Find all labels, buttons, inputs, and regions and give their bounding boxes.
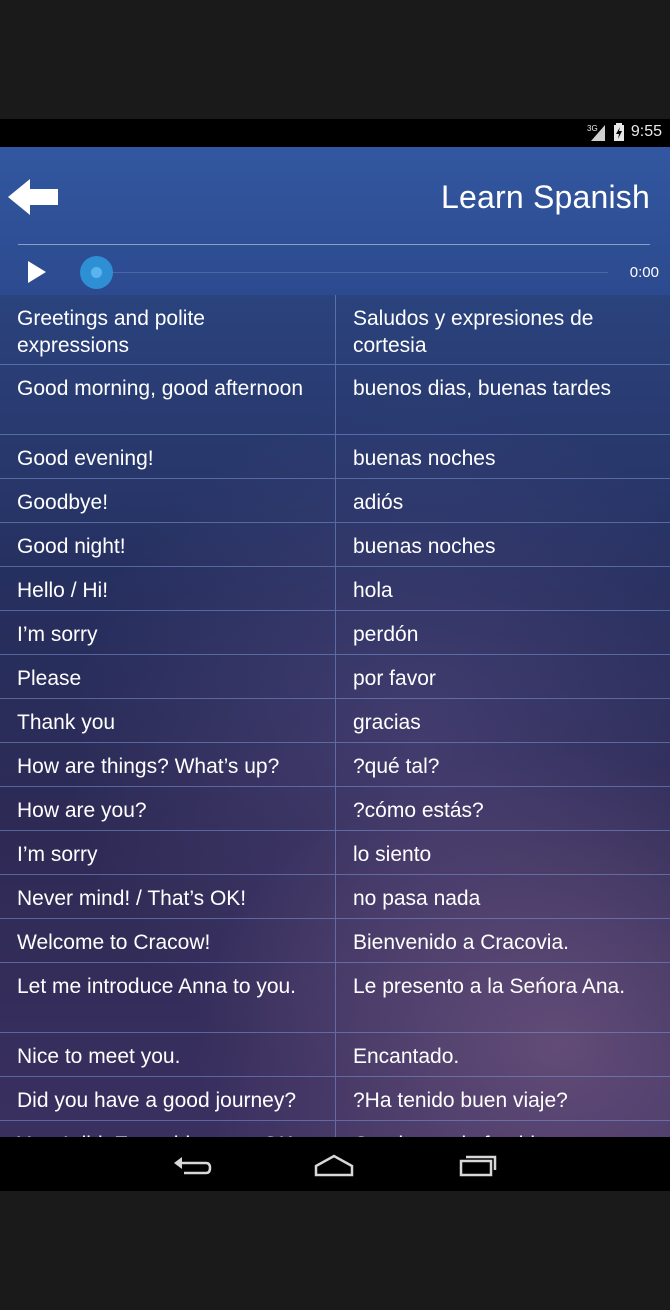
phrase-row[interactable]: Hello / Hi! hola [0,567,670,611]
phrase-english: Let me introduce Anna to you. [17,975,297,998]
phrase-row[interactable]: Welcome to Cracow! Bienvenido a Cracovia. [0,919,670,963]
phrase-english: How are things? What’s up? [17,755,280,778]
phrase-english: Hello / Hi! [17,579,109,602]
phrase-spanish: por favor [335,655,670,698]
phrase-english: Welcome to Cracow! [17,931,211,954]
divider [18,244,650,245]
screen-top-area [0,0,670,119]
phrase-row[interactable]: Greetings and polite expressions Saludos … [0,295,670,365]
nav-recents-icon[interactable] [458,1151,498,1179]
phrase-spanish: Saludos y expresiones de cortesia [335,295,670,364]
phrase-spanish: gracias [335,699,670,742]
phrase-row[interactable]: Yes, I did. Everything was OK.Gracias, t… [0,1121,670,1137]
arrow-left-icon[interactable] [8,177,64,217]
phrase-english: Nice to meet you. [17,1045,181,1068]
phrase-spanish: buenas noches [335,523,670,566]
nav-home-icon[interactable] [314,1151,354,1179]
phrase-row[interactable]: Good morning, good afternoon buenos dias,… [0,365,670,435]
phrase-row[interactable]: Good evening! buenas noches [0,435,670,479]
svg-text:3G: 3G [587,124,598,133]
phrase-spanish: ?Ha tenido buen viaje? [335,1077,670,1120]
phrase-row[interactable]: How are you? ?cómo estás? [0,787,670,831]
phrase-row[interactable]: Please por favor [0,655,670,699]
phrase-spanish: Bienvenido a Cracovia. [335,919,670,962]
phrase-row[interactable]: Goodbye! adiós [0,479,670,523]
phrase-spanish: Gracias, todo fue bien. [335,1121,670,1137]
status-time: 9:55 [630,123,662,140]
nav-back-icon[interactable] [172,1151,212,1179]
phrase-row[interactable]: Thank you gracias [0,699,670,743]
phrase-table: Greetings and polite expressions Saludos … [0,295,670,1137]
phrase-english: Good morning, good afternoon [17,377,304,400]
phrase-spanish: ?qué tal? [335,743,670,786]
playback-time: 0:00 [629,264,659,281]
phrase-row[interactable]: Nice to meet you. Encantado. [0,1033,670,1077]
phrase-spanish: perdón [335,611,670,654]
phrase-spanish: ?cómo estás? [335,787,670,830]
phrase-row[interactable]: Let me introduce Anna to you. Le presento… [0,963,670,1033]
phrase-row[interactable]: How are things? What’s up? ?qué tal? [0,743,670,787]
phrase-english: Please [17,667,82,690]
phrase-english: Never mind! / That’s OK! [17,887,247,910]
phrase-spanish: buenos dias, buenas tardes [335,365,670,434]
status-bar: 3G 9:55 [0,119,670,147]
play-icon[interactable] [24,259,50,285]
phrase-row[interactable]: Good night! buenas noches [0,523,670,567]
app-screen: Learn Spanish 0:00 Greetings and polite … [0,147,670,1137]
phrase-row[interactable]: I’m sorry lo siento [0,831,670,875]
phrase-english: Did you have a good journey? [17,1089,297,1112]
phrase-english: Good night! [17,535,126,558]
seek-bar-thumb[interactable] [80,256,113,289]
phrase-spanish: buenas noches [335,435,670,478]
phrase-row[interactable]: I’m sorry perdón [0,611,670,655]
phrase-english: I’m sorry [17,843,98,866]
phrase-english: I’m sorry [17,623,98,646]
header: Learn Spanish 0:00 [0,147,670,295]
phrase-english: Good evening! [17,447,154,470]
phrase-spanish: adiós [335,479,670,522]
phrase-english: Greetings and polite expressions [17,307,205,357]
phrase-spanish: Le presento a la Seńora Ana. [335,963,670,1032]
phrase-row[interactable]: Never mind! / That’s OK! no pasa nada [0,875,670,919]
phrase-english: Thank you [17,711,116,734]
screen-bottom-area [0,1191,670,1310]
phrase-row[interactable]: Did you have a good journey? ?Ha tenido b… [0,1077,670,1121]
page-title: Learn Spanish [441,179,650,215]
phrase-english: Goodbye! [17,491,109,514]
phrase-spanish: lo siento [335,831,670,874]
phrase-spanish: Encantado. [335,1033,670,1076]
phrase-english: How are you? [17,799,147,822]
seek-bar-track[interactable] [96,272,608,273]
phrase-spanish: hola [335,567,670,610]
navigation-bar [0,1137,670,1191]
signal-3g-icon: 3G [587,124,605,141]
phrase-english: Yes, I did. Everything was OK. [0,1121,335,1137]
battery-icon [613,123,624,141]
phrase-spanish: no pasa nada [335,875,670,918]
